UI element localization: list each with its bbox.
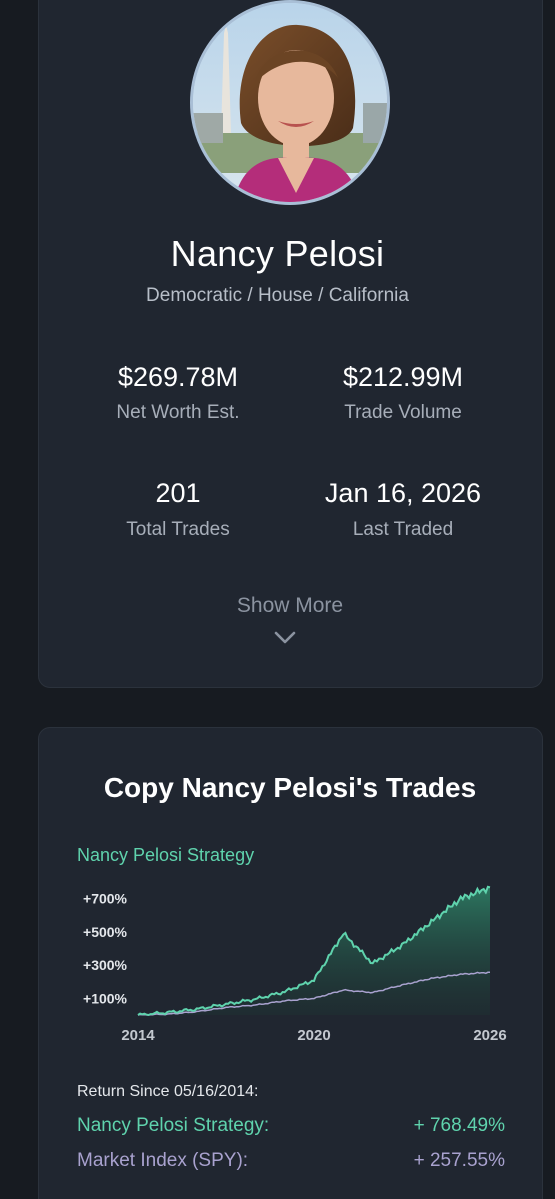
total-trades-label: Total Trades <box>126 519 230 540</box>
last-traded-label: Last Traded <box>352 519 454 540</box>
last-traded-value: Jan 16, 2026 <box>324 478 482 508</box>
strategy-area <box>138 886 490 1015</box>
avatar <box>190 0 390 205</box>
x-tick-label: 2026 <box>473 1027 506 1044</box>
y-tick-label: +700% <box>83 891 128 907</box>
net-worth-label: Net Worth Est. <box>116 402 240 423</box>
copy-trades-title: Copy Nancy Pelosi's Trades <box>103 772 477 803</box>
trade-volume-value: $212.99M <box>342 362 464 392</box>
page: Nancy Pelosi Democratic / House / Califo… <box>0 0 555 1199</box>
strategy-return-value: + 768.49% <box>413 1115 505 1136</box>
index-return-name: Market Index (SPY): <box>77 1150 249 1171</box>
y-tick-label: +500% <box>83 924 128 940</box>
index-return-value: + 257.55% <box>413 1150 505 1171</box>
member-party-chamber-state: Democratic / House / California <box>146 285 409 306</box>
strategy-performance-chart: +700% +500% +300% +100% 2014 2020 2026 <box>83 885 507 1044</box>
strategy-return-name: Nancy Pelosi Strategy: <box>77 1115 270 1136</box>
return-since-label: Return Since 05/16/2014: <box>77 1083 259 1100</box>
y-tick-label: +100% <box>83 990 128 1006</box>
chevron-down-icon[interactable] <box>274 631 296 645</box>
y-tick-label: +300% <box>83 957 128 973</box>
strategy-label: Nancy Pelosi Strategy <box>77 845 255 865</box>
x-tick-label: 2014 <box>121 1027 155 1044</box>
show-more-button[interactable]: Show More <box>0 594 555 618</box>
x-tick-label: 2020 <box>297 1027 330 1044</box>
net-worth-value: $269.78M <box>117 362 239 392</box>
total-trades-value: 201 <box>155 478 201 508</box>
member-name: Nancy Pelosi <box>170 233 385 274</box>
trade-volume-label: Trade Volume <box>344 402 462 423</box>
